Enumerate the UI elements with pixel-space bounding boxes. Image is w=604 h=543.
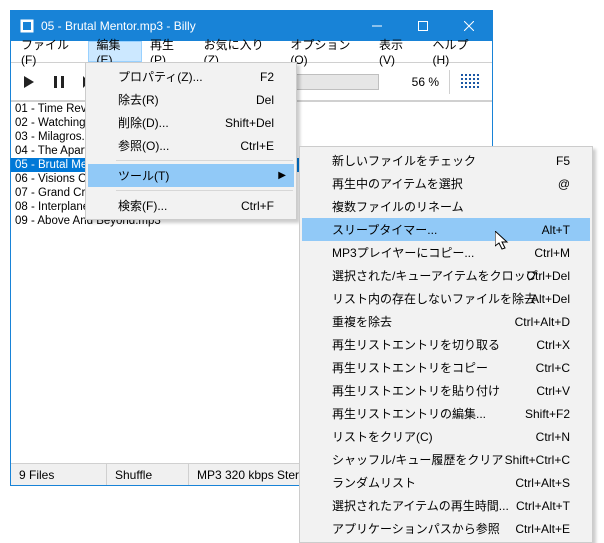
menu-ファイル(F)[interactable]: ファイル(F) [13,41,88,62]
menu-item-shortcut: @ [558,177,570,191]
status-files: 9 Files [11,464,107,485]
menu-item[interactable]: 再生リストエントリを切り取る Ctrl+X [302,333,590,356]
menu-item-label: 選択されたアイテムの再生時間... [332,497,509,514]
menu-item-shortcut: Ctrl+M [534,246,570,260]
menu-item-label: 再生リストエントリを貼り付け [332,382,500,399]
menu-item[interactable]: 再生リストエントリをコピー Ctrl+C [302,356,590,379]
menu-item[interactable]: ツール(T) ▶ [88,164,294,187]
submenu-arrow-icon: ▶ [278,170,286,181]
menu-item[interactable]: 再生リストエントリの編集... Shift+F2 [302,402,590,425]
menu-item-shortcut: Alt+T [542,223,570,237]
menu-item-shortcut: Ctrl+Alt+E [515,522,570,536]
toolbar-separator [449,70,450,94]
menu-item-shortcut: Ctrl+V [536,384,570,398]
menu-item-shortcut: Ctrl+X [536,338,570,352]
window-title: 05 - Brutal Mentor.mp3 - Billy [41,19,354,33]
menubar: ファイル(F)編集(E)再生(P)お気に入り(Z)オプション(O)表示(V)ヘル… [11,41,492,63]
menu-item[interactable]: 新しいファイルをチェック F5 [302,149,590,172]
menu-item-shortcut: Ctrl+Alt+T [516,499,570,513]
menu-item-shortcut: Shift+Del [225,116,274,130]
menu-item-shortcut: Ctrl+Alt+S [515,476,570,490]
menu-item-shortcut: Alt+Del [531,292,570,306]
menu-item[interactable]: 選択された/キューアイテムをクロップCtrl+Del [302,264,590,287]
play-button[interactable] [15,68,43,96]
menu-item-shortcut: Ctrl+Del [526,269,570,283]
menu-item[interactable]: ランダムリスト Ctrl+Alt+S [302,471,590,494]
menu-item[interactable]: スリープタイマー... Alt+T [302,218,590,241]
tools-submenu: 新しいファイルをチェックF5再生中のアイテムを選択@複数ファイルのリネームスリー… [299,146,593,543]
app-icon [19,18,35,34]
menu-item-label: プロパティ(Z)... [118,68,203,85]
menu-item-label: 再生リストエントリをコピー [332,359,488,376]
pause-button[interactable] [45,68,73,96]
progress-percent: 56 % [387,75,439,89]
menu-item-label: 検索(F)... [118,197,167,214]
menu-item[interactable]: 削除(D)... Shift+Del [88,111,294,134]
menu-item-label: スリープタイマー... [332,221,437,238]
menu-再生(P)[interactable]: 再生(P) [142,41,196,62]
menu-編集(E)[interactable]: 編集(E) [88,41,142,62]
menu-item[interactable]: 検索(F)... Ctrl+F [88,194,294,217]
menu-item-label: リストをクリア(C) [332,428,433,445]
menu-item-label: シャッフル/キュー履歴をクリア [332,451,503,468]
menu-item-label: ランダムリスト [332,474,416,491]
menu-オプション(O)[interactable]: オプション(O) [282,41,371,62]
menu-item-shortcut: F5 [556,154,570,168]
menu-item[interactable]: リスト内の存在しないファイルを除去Alt+Del [302,287,590,310]
menu-item-shortcut: Shift+F2 [525,407,570,421]
menu-item-label: 除去(R) [118,91,159,108]
menu-item[interactable]: MP3プレイヤーにコピー... Ctrl+M [302,241,590,264]
status-shuffle: Shuffle [107,464,189,485]
menu-item[interactable]: 重複を除去 Ctrl+Alt+D [302,310,590,333]
menu-item[interactable]: プロパティ(Z)... F2 [88,65,294,88]
menu-item-label: 選択された/キューアイテムをクロップ [332,267,538,284]
menu-item[interactable]: 複数ファイルのリネーム [302,195,590,218]
menu-item-label: アプリケーションパスから参照 [332,520,500,537]
menu-ヘルプ(H)[interactable]: ヘルプ(H) [425,41,490,62]
menu-item-label: 削除(D)... [118,114,169,131]
menu-item[interactable]: リストをクリア(C) Ctrl+N [302,425,590,448]
menu-item-label: 複数ファイルのリネーム [332,198,464,215]
view-grid-button[interactable] [454,68,488,96]
menu-表示(V)[interactable]: 表示(V) [371,41,425,62]
menu-item-label: 再生リストエントリを切り取る [332,336,500,353]
menu-お気に入り(Z)[interactable]: お気に入り(Z) [196,41,283,62]
menu-item[interactable]: 再生中のアイテムを選択 @ [302,172,590,195]
menu-item-label: 新しいファイルをチェック [332,152,476,169]
menu-item-label: 再生リストエントリの編集... [332,405,486,422]
menu-item-label: リスト内の存在しないファイルを除去 [332,290,536,307]
menu-item-label: 再生中のアイテムを選択 [332,175,463,192]
menu-item[interactable]: 再生リストエントリを貼り付け Ctrl+V [302,379,590,402]
menu-separator [116,190,293,191]
menu-item-shortcut: Del [256,93,274,107]
menu-item-label: MP3プレイヤーにコピー... [332,244,474,261]
menu-item[interactable]: シャッフル/キュー履歴をクリアShift+Ctrl+C [302,448,590,471]
menu-item[interactable]: 参照(O)... Ctrl+E [88,134,294,157]
menu-item[interactable]: 除去(R) Del [88,88,294,111]
menu-item-shortcut: Ctrl+E [240,139,274,153]
menu-item-shortcut: Ctrl+N [536,430,570,444]
menu-item-label: ツール(T) [118,167,169,184]
menu-item-label: 重複を除去 [332,313,392,330]
menu-item-shortcut: F2 [260,70,274,84]
menu-item-label: 参照(O)... [118,137,169,154]
menu-item[interactable]: 選択されたアイテムの再生時間... Ctrl+Alt+T [302,494,590,517]
menu-item[interactable]: アプリケーションパスから参照 Ctrl+Alt+E [302,517,590,540]
menu-item-shortcut: Shift+Ctrl+C [505,453,570,467]
menu-item-shortcut: Ctrl+F [241,199,274,213]
edit-menu: プロパティ(Z)... F2 除去(R) Del 削除(D)... Shift+Del 参照… [85,62,297,220]
menu-separator [116,160,293,161]
menu-item-shortcut: Ctrl+C [536,361,570,375]
menu-item-shortcut: Ctrl+Alt+D [515,315,570,329]
